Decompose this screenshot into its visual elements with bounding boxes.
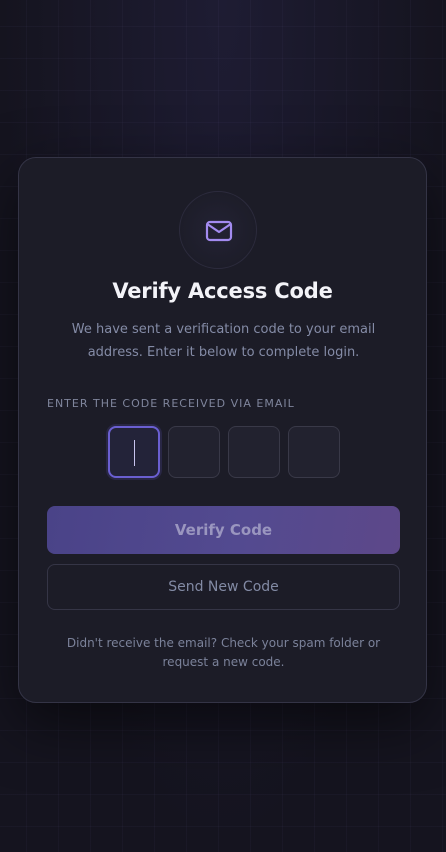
- page-subtitle: We have sent a verification code to your…: [71, 322, 376, 360]
- code-digit-4[interactable]: [288, 426, 340, 478]
- mail-icon-badge: [179, 191, 257, 269]
- mail-icon: [205, 220, 233, 242]
- page-title: Verify Access Code: [112, 279, 333, 303]
- verify-card: Verify Access Code We have sent a verifi…: [18, 157, 427, 703]
- code-digit-2[interactable]: [168, 426, 220, 478]
- send-new-code-button[interactable]: Send New Code: [47, 564, 400, 610]
- code-digit-3[interactable]: [228, 426, 280, 478]
- code-digit-1[interactable]: [108, 426, 160, 478]
- verify-code-button[interactable]: Verify Code: [47, 506, 400, 554]
- help-text: Didn't receive the email? Check your spa…: [66, 636, 381, 669]
- text-caret: [134, 440, 135, 466]
- code-input-group: [108, 426, 340, 478]
- code-field-label: ENTER THE CODE RECEIVED VIA EMAIL: [47, 397, 295, 410]
- verify-page: { "card": { "title": "Verify Access Code…: [0, 0, 446, 852]
